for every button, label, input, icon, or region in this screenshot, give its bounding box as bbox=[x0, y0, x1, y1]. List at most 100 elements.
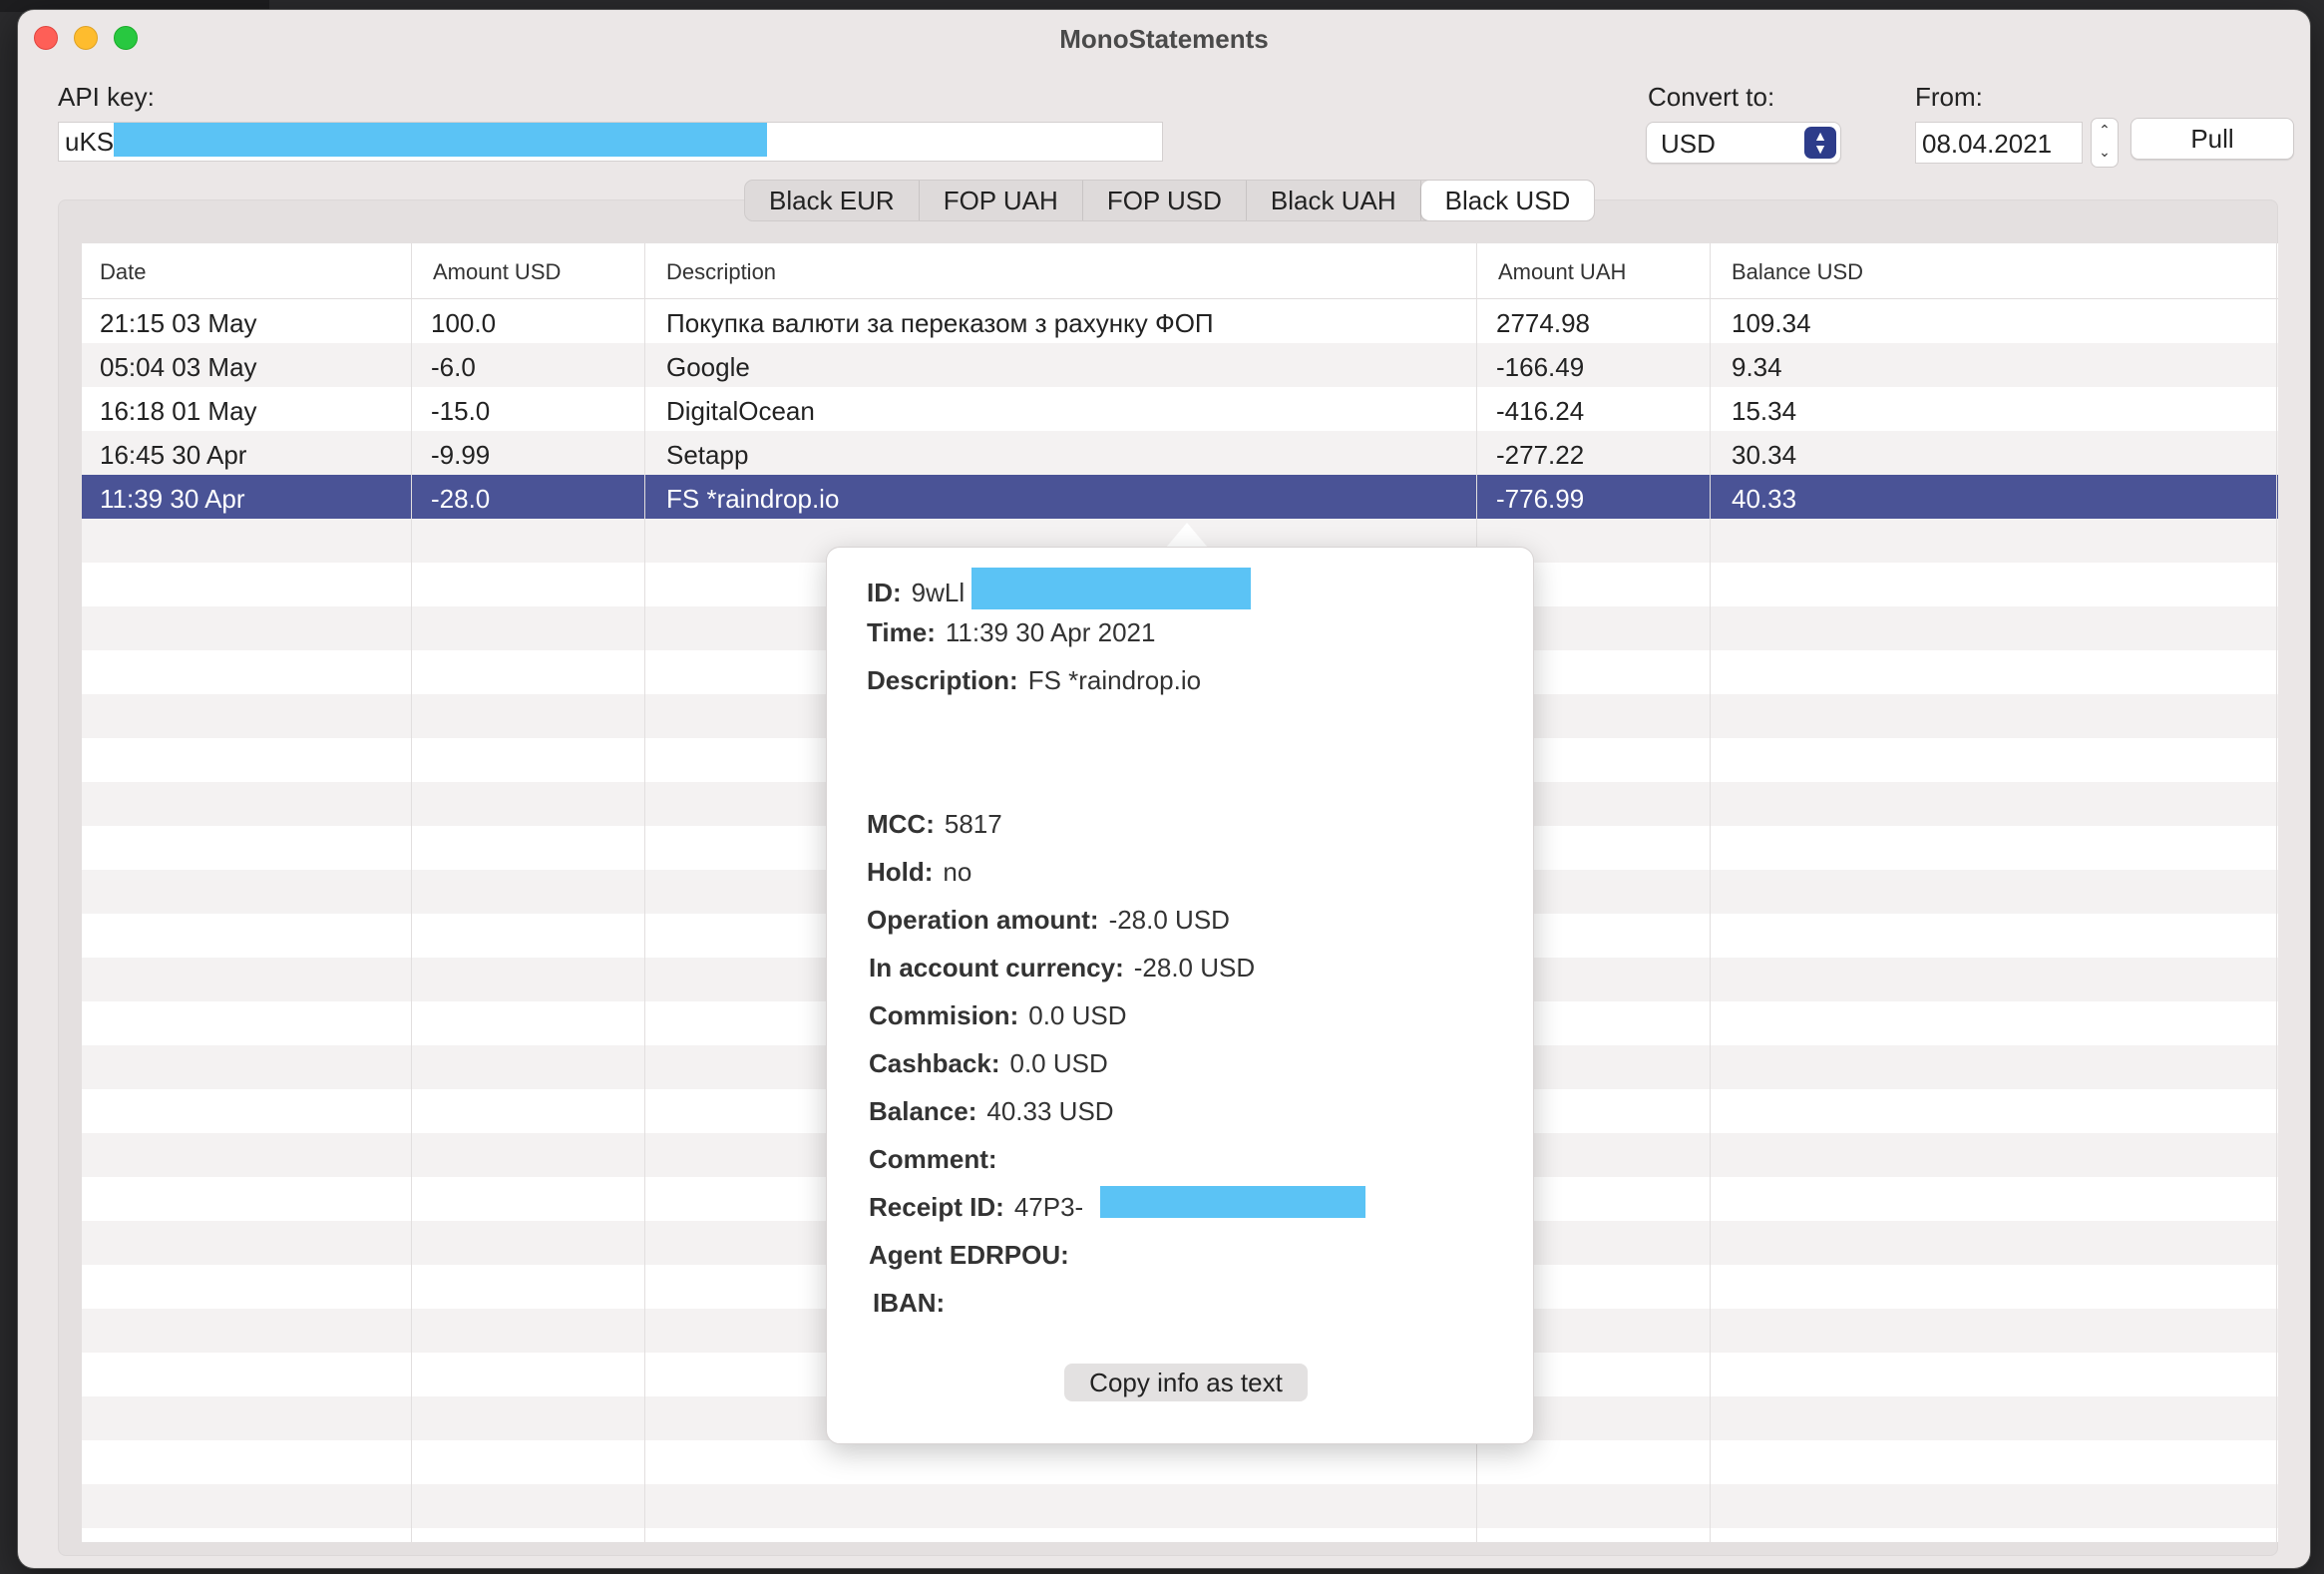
cell-amount-usd: -6.0 bbox=[431, 352, 476, 382]
detail-comment-label: Comment: bbox=[869, 1144, 997, 1174]
cell-amount-uah: -166.49 bbox=[1496, 352, 1585, 382]
detail-time: Time: 11:39 30 Apr 2021 bbox=[867, 617, 1155, 648]
api-key-label: API key: bbox=[58, 82, 155, 112]
detail-cashback-value: 0.0 USD bbox=[1009, 1048, 1108, 1078]
detail-hold: Hold: no bbox=[867, 857, 971, 888]
detail-hold-label: Hold: bbox=[867, 857, 934, 887]
detail-mcc-label: MCC: bbox=[867, 809, 935, 839]
detail-account-currency-value: -28.0 USD bbox=[1133, 953, 1256, 983]
column-divider[interactable] bbox=[644, 243, 645, 1542]
cell-balance-usd: 40.33 bbox=[1732, 484, 1797, 514]
cell-amount-uah: 2774.98 bbox=[1496, 308, 1590, 338]
account-tabs: Black EUR FOP UAH FOP USD Black UAH Blac… bbox=[744, 180, 1596, 221]
detail-account-currency-label: In account currency: bbox=[869, 953, 1124, 983]
cell-balance-usd: 15.34 bbox=[1732, 396, 1797, 426]
currency-select-value: USD bbox=[1661, 129, 1716, 159]
detail-agent-edrpou: Agent EDRPOU: bbox=[869, 1240, 1079, 1271]
cell-amount-usd: -9.99 bbox=[431, 440, 491, 470]
column-divider[interactable] bbox=[2276, 243, 2277, 1542]
cell-date: 21:15 03 May bbox=[100, 308, 257, 338]
detail-time-label: Time: bbox=[867, 617, 936, 647]
chevron-up-icon[interactable]: ⌃ bbox=[2092, 119, 2118, 141]
chevron-down-icon[interactable]: ⌄ bbox=[2092, 141, 2118, 163]
cell-amount-usd: -28.0 bbox=[431, 484, 491, 514]
from-date-field[interactable]: 08.04.2021 bbox=[1915, 122, 2083, 164]
window-title: MonoStatements bbox=[1059, 24, 1269, 54]
api-key-value: uKS bbox=[65, 127, 115, 157]
column-divider[interactable] bbox=[1710, 243, 1711, 1542]
api-key-redaction bbox=[114, 123, 767, 157]
detail-agent-edrpou-label: Agent EDRPOU: bbox=[869, 1240, 1069, 1270]
transaction-details-popover: ID: 9wLl Time: 11:39 30 Apr 2021 Descripti… bbox=[826, 547, 1534, 1444]
tab-fop-usd[interactable]: FOP USD bbox=[1083, 181, 1247, 220]
tab-black-usd[interactable]: Black USD bbox=[1420, 181, 1595, 220]
detail-receipt-id: Receipt ID: 47P3- bbox=[869, 1192, 1083, 1223]
pull-button[interactable]: Pull bbox=[2130, 118, 2294, 160]
detail-mcc: MCC: 5817 bbox=[867, 809, 1002, 840]
detail-description-value: FS *raindrop.io bbox=[1027, 665, 1202, 695]
header-balance-usd[interactable]: Balance USD bbox=[1732, 259, 1863, 285]
app-window: MonoStatements API key: uKS Convert to: … bbox=[18, 10, 2310, 1568]
convert-to-label: Convert to: bbox=[1648, 82, 1775, 112]
chevron-up-down-icon: ▲ ▼ bbox=[1804, 127, 1836, 159]
cell-amount-uah: -277.22 bbox=[1496, 440, 1585, 470]
title-bar: MonoStatements bbox=[18, 10, 2310, 66]
cell-description: FS *raindrop.io bbox=[666, 484, 840, 514]
detail-cashback: Cashback: 0.0 USD bbox=[869, 1048, 1108, 1079]
detail-operation-amount-label: Operation amount: bbox=[867, 905, 1099, 935]
detail-commission: Commision: 0.0 USD bbox=[869, 1000, 1127, 1031]
id-redaction bbox=[971, 568, 1251, 609]
detail-account-currency: In account currency: -28.0 USD bbox=[869, 953, 1255, 984]
detail-time-value: 11:39 30 Apr 2021 bbox=[945, 617, 1156, 647]
date-stepper[interactable]: ⌃ ⌄ bbox=[2091, 118, 2119, 168]
cell-amount-uah: -776.99 bbox=[1496, 484, 1585, 514]
detail-commission-value: 0.0 USD bbox=[1028, 1000, 1127, 1030]
detail-operation-amount: Operation amount: -28.0 USD bbox=[867, 905, 1230, 936]
cell-description: Покупка валюти за переказом з рахунку ФО… bbox=[666, 308, 1214, 338]
popover-arrow bbox=[1165, 523, 1209, 549]
cell-description: Google bbox=[666, 352, 750, 382]
detail-id-label: ID: bbox=[867, 578, 902, 607]
cell-description: DigitalOcean bbox=[666, 396, 815, 426]
cell-date: 05:04 03 May bbox=[100, 352, 257, 382]
detail-id-value: 9wLl bbox=[911, 578, 966, 607]
column-divider[interactable] bbox=[411, 243, 412, 1542]
header-description[interactable]: Description bbox=[666, 259, 776, 285]
detail-hold-value: no bbox=[943, 857, 972, 887]
detail-balance-value: 40.33 USD bbox=[986, 1096, 1114, 1126]
detail-id: ID: 9wLl bbox=[867, 578, 965, 608]
cell-description: Setapp bbox=[666, 440, 749, 470]
detail-description: Description: FS *raindrop.io bbox=[867, 665, 1201, 696]
from-date-value: 08.04.2021 bbox=[1922, 129, 2053, 159]
detail-iban-label: IBAN: bbox=[873, 1288, 946, 1318]
cell-date: 16:18 01 May bbox=[100, 396, 257, 426]
detail-receipt-id-label: Receipt ID: bbox=[869, 1192, 1004, 1222]
tab-black-eur[interactable]: Black EUR bbox=[745, 181, 920, 220]
copy-info-button[interactable]: Copy info as text bbox=[1064, 1364, 1308, 1401]
detail-commission-label: Commision: bbox=[869, 1000, 1019, 1030]
cell-amount-usd: 100.0 bbox=[431, 308, 497, 338]
detail-receipt-id-value: 47P3- bbox=[1013, 1192, 1084, 1222]
currency-select[interactable]: USD ▲ ▼ bbox=[1646, 122, 1841, 164]
header-amount-uah[interactable]: Amount UAH bbox=[1498, 259, 1626, 285]
header-date[interactable]: Date bbox=[100, 259, 146, 285]
cell-amount-uah: -416.24 bbox=[1496, 396, 1585, 426]
detail-balance: Balance: 40.33 USD bbox=[869, 1096, 1114, 1127]
receipt-redaction bbox=[1100, 1186, 1365, 1218]
detail-cashback-label: Cashback: bbox=[869, 1048, 1000, 1078]
detail-balance-label: Balance: bbox=[869, 1096, 977, 1126]
cell-balance-usd: 30.34 bbox=[1732, 440, 1797, 470]
detail-iban: IBAN: bbox=[873, 1288, 955, 1319]
header-amount-usd[interactable]: Amount USD bbox=[433, 259, 561, 285]
tab-fop-uah[interactable]: FOP UAH bbox=[920, 181, 1083, 220]
detail-mcc-value: 5817 bbox=[944, 809, 1002, 839]
cell-date: 16:45 30 Apr bbox=[100, 440, 247, 470]
cell-date: 11:39 30 Apr bbox=[100, 484, 245, 514]
detail-description-label: Description: bbox=[867, 665, 1018, 695]
detail-operation-amount-value: -28.0 USD bbox=[1108, 905, 1230, 935]
from-label: From: bbox=[1915, 82, 1983, 112]
tab-black-uah[interactable]: Black UAH bbox=[1247, 181, 1421, 220]
cell-balance-usd: 109.34 bbox=[1732, 308, 1811, 338]
cell-balance-usd: 9.34 bbox=[1732, 352, 1782, 382]
detail-comment: Comment: bbox=[869, 1144, 1007, 1175]
